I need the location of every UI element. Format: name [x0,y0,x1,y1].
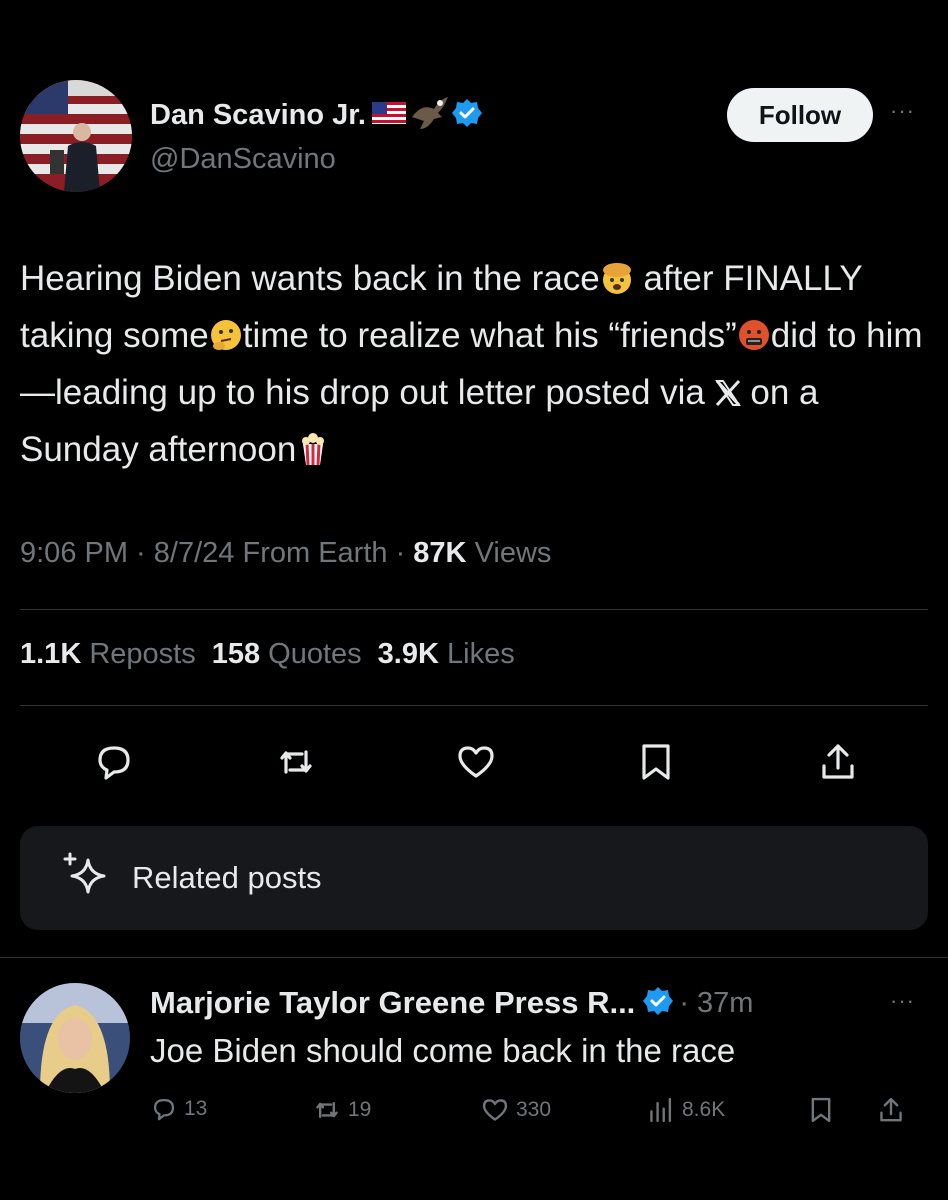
reply-text: Joe Biden should come back in the race [150,1032,736,1069]
bookmark-icon [811,1097,831,1123]
reply-like-action[interactable]: 330 [480,1095,551,1125]
popcorn-emoji-icon [296,426,330,466]
face-with-symbols-emoji-icon [737,312,771,350]
tweet-meta: 9:06 PM · 8/7/24 From Earth · 87K Views [20,537,552,569]
divider [20,705,928,706]
reply-time[interactable]: · 37m [679,987,753,1020]
repost-icon[interactable] [274,740,318,784]
likes-count: 3.9K [377,638,439,670]
share-icon [880,1097,902,1122]
tweet-time[interactable]: 9:06 PM [20,537,128,569]
reply-time-value: 37m [697,986,754,1019]
quotes-label: Quotes [268,638,362,670]
likes-stat[interactable]: 3.9K Likes [378,638,515,671]
engagement-stats: 1.1K Reposts 158 Quotes 3.9K Likes [20,638,515,671]
like-icon [482,1099,508,1121]
related-posts-button[interactable]: Related posts [20,826,928,930]
reply-author-name[interactable]: Marjorie Taylor Greene Press R... [150,985,635,1021]
reply-share-action[interactable] [876,1095,906,1125]
divider [20,609,928,610]
reply-more-options-icon[interactable]: ··· [890,988,915,1014]
tweet-date[interactable]: 8/7/24 [154,537,235,569]
reply-views-action[interactable]: 8.6K [646,1095,725,1125]
tweet-text-segment: time to realize what his “friends” [242,316,737,355]
reply-views-count: 8.6K [682,1098,726,1121]
reply-header: Marjorie Taylor Greene Press R... · 37m [150,985,753,1021]
reply-icon[interactable] [92,740,136,784]
author-name-row: Dan Scavino Jr. [150,95,482,136]
views-icon [650,1097,672,1123]
reply-author-avatar[interactable] [20,983,130,1093]
reposts-stat[interactable]: 1.1K Reposts [20,638,196,671]
reposts-count: 1.1K [20,638,82,670]
reply-reply-action[interactable]: 13 [150,1095,207,1123]
quotes-count: 158 [211,638,261,670]
x-logo-icon [714,369,741,407]
reply-icon [153,1098,175,1121]
author-name[interactable]: Dan Scavino Jr. [150,99,366,132]
us-flag-icon [372,102,406,129]
views-count: 87K [413,537,467,569]
tweet-source: From Earth [242,537,388,569]
more-options-icon[interactable]: ··· [890,98,915,124]
reply-repost-count: 19 [348,1098,372,1121]
repost-icon [316,1101,338,1119]
like-icon[interactable] [454,740,498,784]
reposts-label: Reposts [89,638,196,670]
thinking-face-emoji-icon [209,312,243,350]
tweet-text: Hearing Biden wants back in the race aft… [20,250,930,478]
bookmark-icon[interactable] [634,740,678,784]
share-icon[interactable] [816,740,860,784]
divider [0,957,948,958]
reply-like-count: 330 [516,1098,552,1121]
tweet-text-segment: Hearing Biden wants back in the race [20,259,600,298]
sparkle-icon [58,850,110,907]
reply-repost-action[interactable]: 19 [312,1095,371,1125]
eagle-icon [410,95,450,136]
verified-badge-icon [643,986,674,1021]
verified-badge-icon [452,98,482,133]
quotes-stat[interactable]: 158 Quotes [212,638,362,671]
exploding-head-emoji-icon [600,255,634,294]
reply-bookmark-action[interactable] [806,1095,836,1125]
related-posts-label: Related posts [132,860,322,895]
likes-label: Likes [447,638,515,670]
reply-reply-count: 13 [184,1097,208,1120]
author-handle[interactable]: @DanScavino [150,143,336,176]
follow-button[interactable]: Follow [727,88,873,142]
author-avatar[interactable] [20,80,132,192]
views-label: Views [474,537,552,569]
